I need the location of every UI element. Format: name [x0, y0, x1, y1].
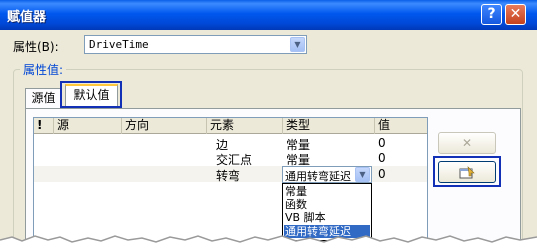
type-select-value: 通用转弯延迟: [285, 170, 351, 183]
attribute-label: 属性(B):: [13, 40, 59, 54]
row-element: 交汇点: [216, 153, 253, 167]
group-title: 属性值:: [20, 61, 67, 78]
table-header: ! 源 方向 元素 类型 值: [34, 118, 427, 134]
help-button[interactable]: ?: [481, 4, 502, 25]
dropdown-option[interactable]: 函数: [284, 198, 370, 211]
highlight-box-tab: [60, 81, 122, 108]
attribute-value: DriveTime: [89, 38, 149, 51]
row-element: 转弯: [216, 169, 241, 183]
chevron-down-icon[interactable]: ▼: [355, 167, 370, 182]
window-title: 赋值器: [7, 10, 47, 25]
highlight-box-button: [433, 156, 501, 187]
row-value: 0: [378, 151, 386, 165]
title-bar: 赋值器 ? ✕: [0, 0, 537, 30]
dropdown-option[interactable]: VB 脚本: [284, 211, 370, 224]
delete-button[interactable]: ✕: [438, 132, 496, 154]
attribute-select[interactable]: DriveTime ▼: [84, 35, 307, 54]
col-flag[interactable]: !: [34, 118, 54, 134]
col-type[interactable]: 类型: [283, 118, 375, 134]
col-element[interactable]: 元素: [207, 118, 283, 134]
dialog-window: 赋值器 ? ✕ 属性(B): DriveTime ▼ 属性值: 源值 默认值 !…: [0, 0, 537, 251]
type-select[interactable]: 通用转弯延迟 ▼: [282, 166, 372, 183]
tab-source-values[interactable]: 源值: [25, 88, 62, 108]
close-button[interactable]: ✕: [505, 4, 526, 25]
col-source[interactable]: 源: [54, 118, 122, 134]
chevron-down-icon[interactable]: ▼: [290, 37, 305, 52]
row-value: 0: [378, 167, 386, 181]
col-value[interactable]: 值: [375, 118, 427, 134]
torn-edge: [0, 235, 537, 251]
dropdown-option[interactable]: 常量: [284, 185, 370, 198]
col-direction[interactable]: 方向: [122, 118, 207, 134]
row-value: 0: [378, 136, 386, 150]
